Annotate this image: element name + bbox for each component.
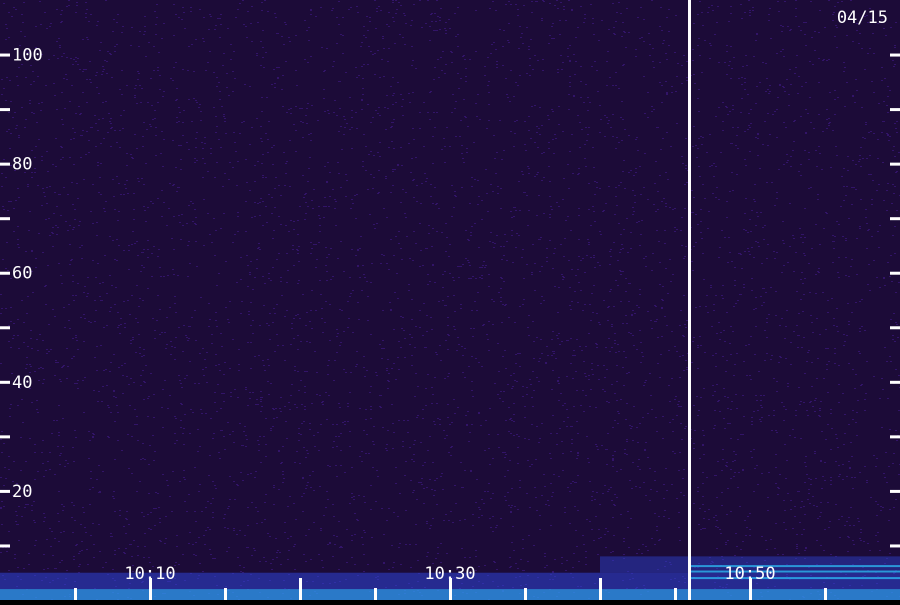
spectrogram-chart: 100 80 60 40 20 10:10 10:30 10:50 04/15: [0, 0, 900, 600]
low-frequency-bands: [0, 0, 900, 600]
x-tick: [374, 588, 377, 600]
hot-band-line: [690, 577, 900, 580]
tick-layer: [0, 53, 900, 600]
y-tick-left: [0, 108, 10, 112]
y-tick-left: [0, 380, 10, 384]
hot-band-line: [690, 565, 900, 568]
y-tick-right: [890, 271, 900, 275]
y-tick-label: 40: [12, 373, 32, 393]
spectrogram-view: 100 80 60 40 20 10:10 10:30 10:50 04/15: [0, 0, 900, 600]
x-tick: [224, 588, 227, 600]
y-tick-left: [0, 435, 10, 439]
y-tick-right: [890, 217, 900, 221]
x-tick-label: 10:30: [424, 564, 475, 584]
y-tick-right: [890, 544, 900, 548]
y-tick-left: [0, 162, 10, 166]
x-tick: [299, 578, 302, 600]
y-tick-label: 80: [12, 155, 32, 175]
y-tick-left: [0, 544, 10, 548]
marker-line: [688, 0, 691, 600]
y-tick-label: 100: [12, 46, 43, 66]
x-tick: [674, 588, 677, 600]
y-tick-right: [890, 380, 900, 384]
x-tick: [524, 588, 527, 600]
noise-layer: [0, 0, 900, 600]
y-tick-right: [890, 108, 900, 112]
y-tick-right: [890, 489, 900, 493]
y-tick-left: [0, 53, 10, 57]
noise-speckle: [0, 0, 900, 600]
label-layer: 100 80 60 40 20 10:10 10:30 10:50: [12, 46, 776, 584]
y-tick-left: [0, 217, 10, 221]
x-tick-label: 10:10: [124, 564, 175, 584]
x-tick: [824, 588, 827, 600]
y-tick-right: [890, 53, 900, 57]
x-tick-label: 10:50: [724, 564, 775, 584]
y-tick-label: 60: [12, 264, 32, 284]
x-tick: [74, 588, 77, 600]
y-tick-left: [0, 326, 10, 330]
hot-band-line: [690, 570, 900, 573]
y-tick-right: [890, 326, 900, 330]
y-tick-left: [0, 271, 10, 275]
y-tick-right: [890, 162, 900, 166]
x-tick: [599, 578, 602, 600]
y-tick-left: [0, 489, 10, 493]
y-tick-label: 20: [12, 482, 32, 502]
date-label: 04/15: [837, 8, 888, 28]
y-tick-right: [890, 435, 900, 439]
